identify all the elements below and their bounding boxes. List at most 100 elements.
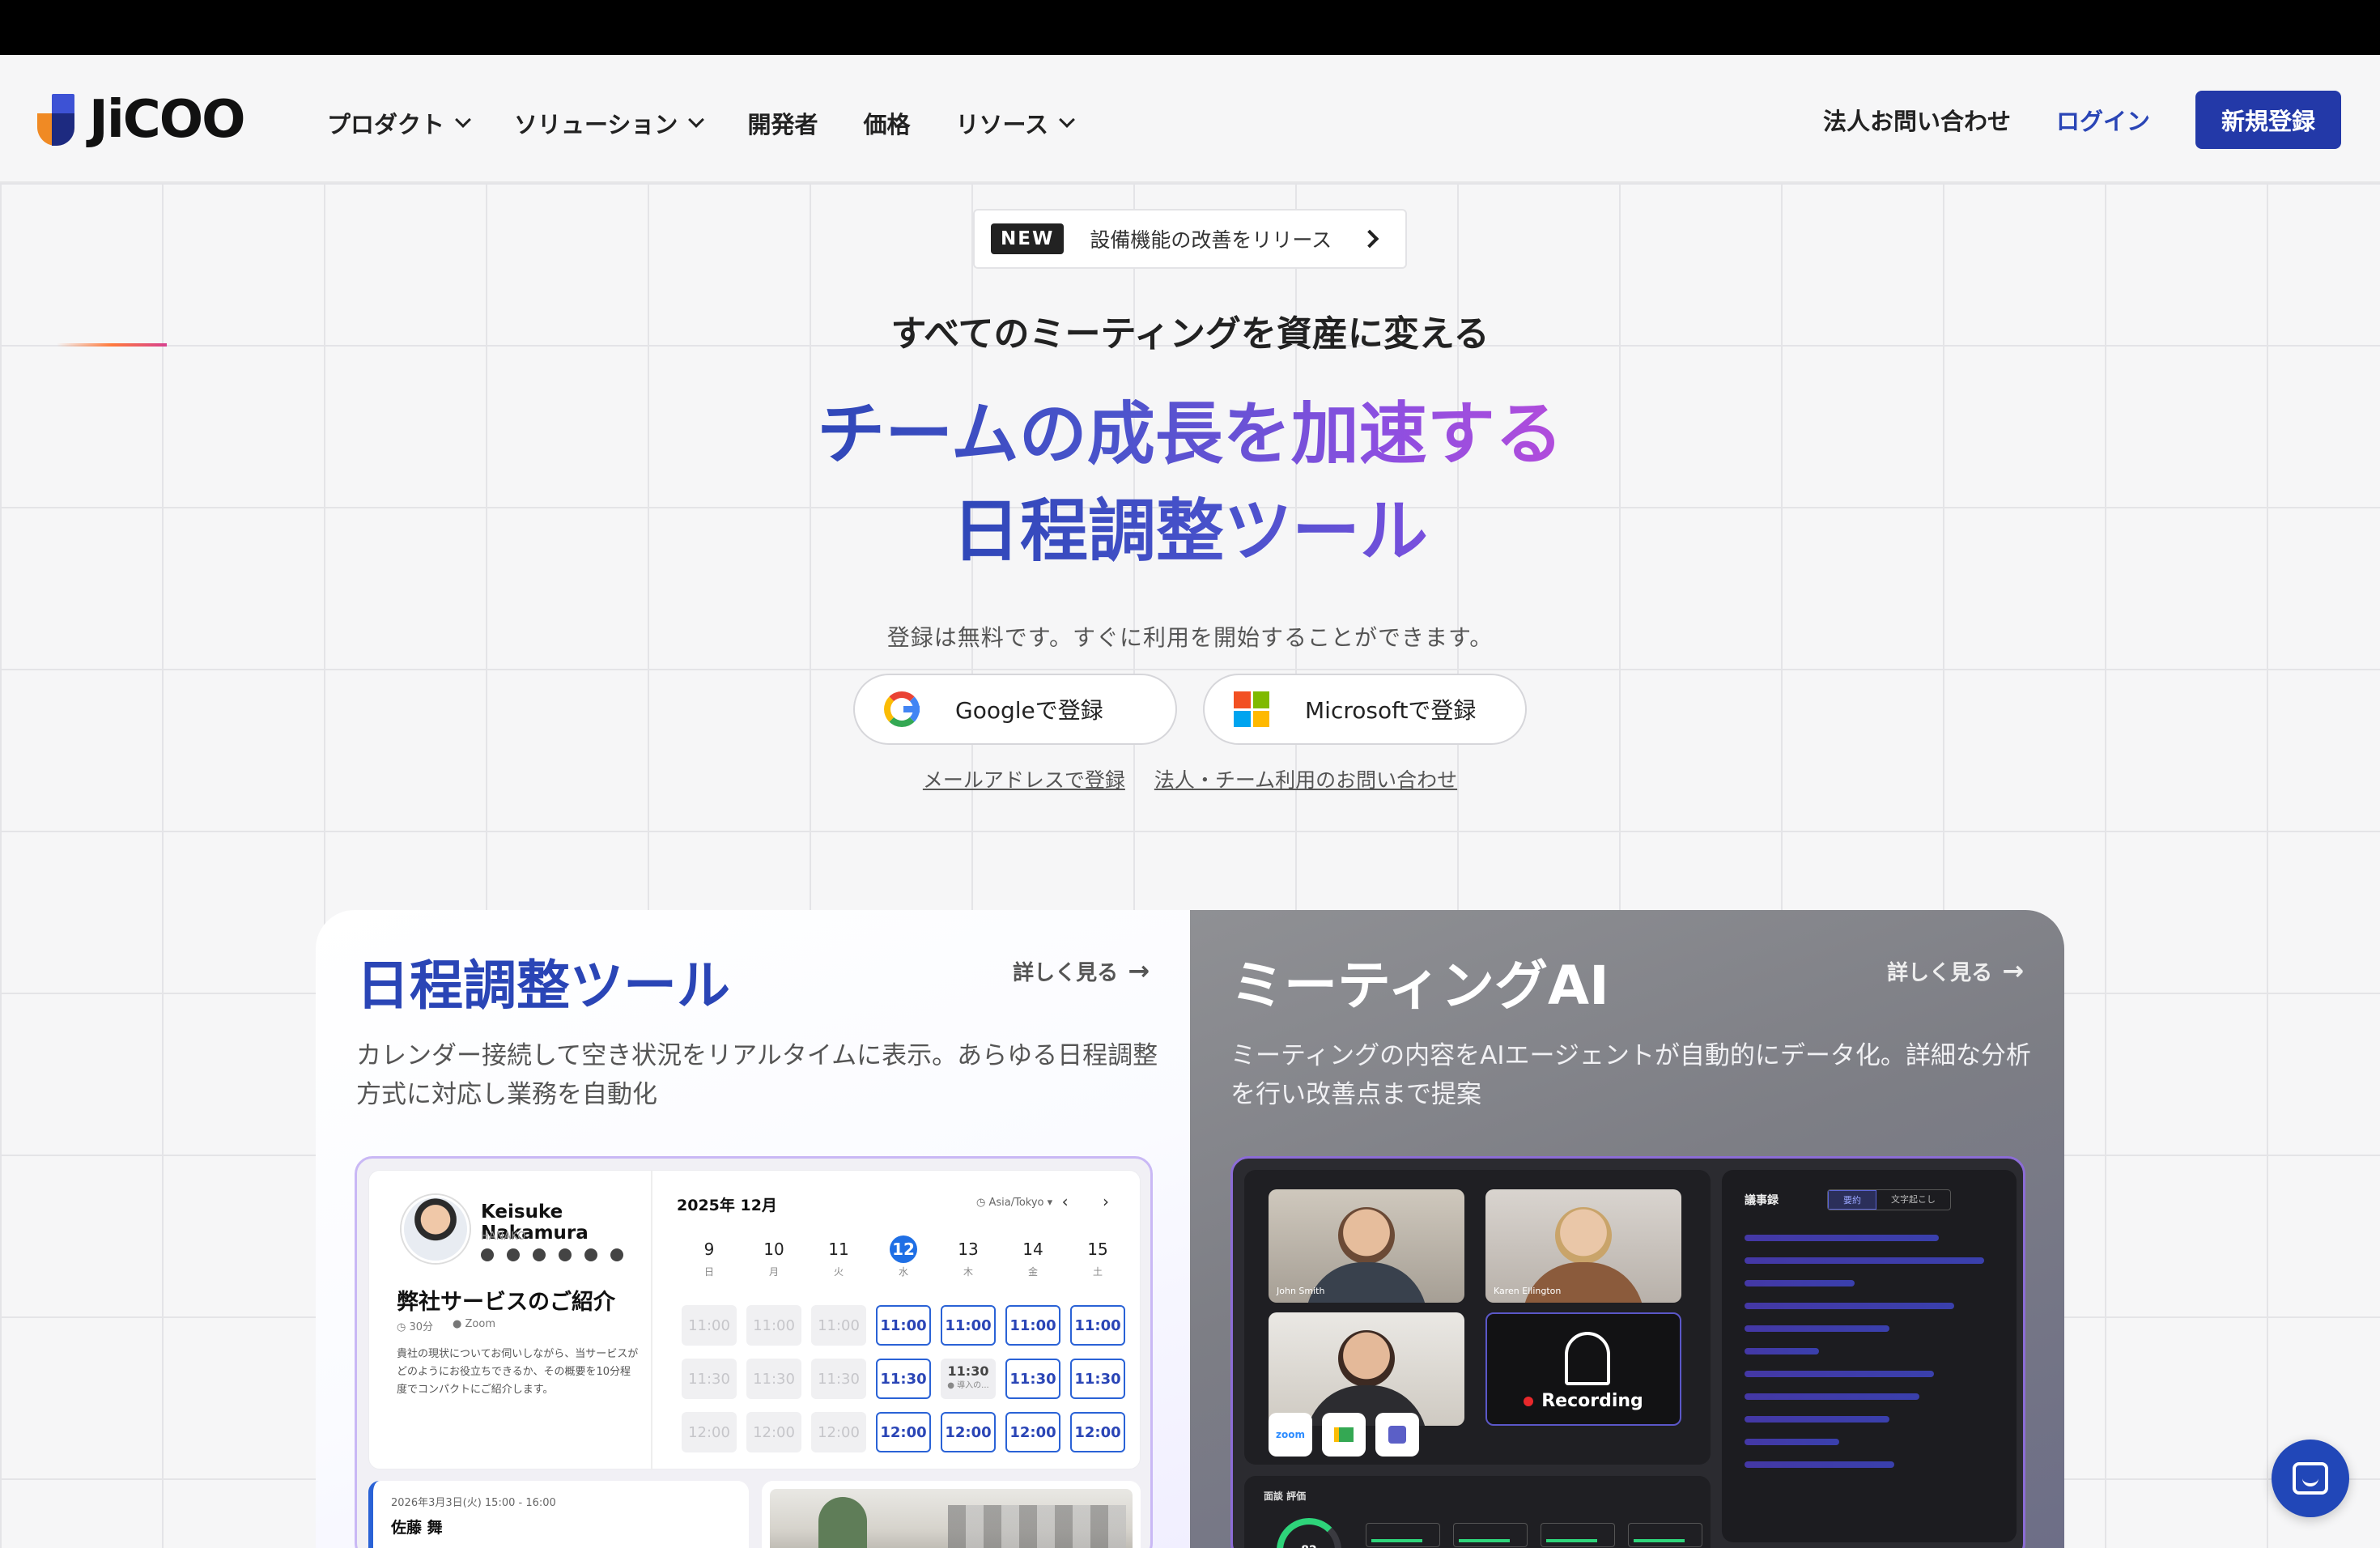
main-nav: プロダクト ソリューション 開発者 価格 リソース bbox=[327, 100, 1075, 146]
youtube-icon bbox=[559, 1248, 572, 1261]
time-slot[interactable]: 11:00 bbox=[876, 1305, 931, 1346]
chat-support-button[interactable] bbox=[2272, 1440, 2349, 1517]
nav-item-developers[interactable]: 開発者 bbox=[747, 106, 818, 140]
calendar-day[interactable]: 9日 bbox=[677, 1235, 742, 1278]
nav-item-pricing[interactable]: 価格 bbox=[863, 106, 910, 140]
chevron-down-icon bbox=[455, 112, 471, 128]
meeting-stats: 面談 評価 82 bbox=[1244, 1476, 1711, 1548]
time-slot: 12:00 bbox=[811, 1412, 866, 1452]
tab-transcript[interactable]: 文字起こし bbox=[1876, 1190, 1950, 1210]
minutes-panel: 議事録 要約 文字起こし bbox=[1722, 1170, 2017, 1542]
chevron-down-icon bbox=[1059, 112, 1075, 128]
new-badge: NEW bbox=[991, 223, 1065, 254]
hero-title: チームの成長を加速する 日程調整ツール bbox=[0, 385, 2380, 580]
microsoft-signup-button[interactable]: Microsoftで登録 bbox=[1203, 674, 1527, 745]
zoom-icon: ● Zoom bbox=[453, 1318, 495, 1330]
time-slot[interactable]: 11:30 bbox=[876, 1359, 931, 1399]
calendar-day[interactable]: 15 土 bbox=[1065, 1235, 1130, 1278]
google-meet-icon bbox=[1322, 1413, 1366, 1457]
site-header: JiCOO プロダクト ソリューション 開発者 価格 リソース 法人お問い合わせ… bbox=[0, 55, 2380, 183]
time-slot[interactable]: 11:30 bbox=[1005, 1359, 1060, 1399]
calendar-day[interactable]: 12 水 bbox=[871, 1235, 936, 1278]
time-slots: 11:00 11:00 11:00 11:00 11:00 11:00 11:00 11:30… bbox=[677, 1305, 1130, 1452]
booking-card: 2026年3月3日(火) 15:00 - 16:00 佐藤 舞 bbox=[368, 1481, 749, 1548]
service-title: 弊社サービスのご紹介 bbox=[397, 1290, 615, 1315]
score-gauge: 82 bbox=[1277, 1518, 1341, 1548]
time-slot[interactable]: 11:30 bbox=[1070, 1359, 1125, 1399]
meeting-ai-more-link[interactable]: 詳しく見る → bbox=[1887, 955, 2024, 986]
signup-button[interactable]: 新規登録 bbox=[2195, 91, 2341, 149]
chat-icon bbox=[610, 1248, 623, 1261]
announcement-banner[interactable]: NEW 設備機能の改善をリリース bbox=[973, 209, 1407, 269]
time-slot[interactable]: 11:00 bbox=[1005, 1305, 1060, 1346]
globe-icon bbox=[584, 1248, 597, 1261]
hero-subtitle: すべてのミーティングを資産に変える bbox=[890, 313, 1490, 355]
scheduling-panel: 日程調整ツール 詳しく見る → カレンダー接続して空き状況をリアルタイムに表示。あ… bbox=[316, 910, 1190, 1548]
calendar-days: 9 日 10 月 11 火 12 水 13 木 14 金 15 土 bbox=[677, 1235, 1130, 1278]
record-dot-icon bbox=[1524, 1397, 1534, 1406]
zoom-icon: zoom bbox=[1269, 1413, 1312, 1457]
jicoo-logo-icon bbox=[37, 94, 83, 146]
minutes-title: 議事録 bbox=[1745, 1194, 1779, 1207]
alt-signup-links: メールアドレスで登録 法人・チーム利用のお問い合わせ bbox=[0, 764, 2380, 793]
video-tile bbox=[1269, 1312, 1464, 1426]
calendar-day[interactable]: 14 金 bbox=[1001, 1235, 1065, 1278]
minutes-tabs: 要約 文字起こし bbox=[1827, 1189, 1951, 1210]
nav-item-resources[interactable]: リソース bbox=[955, 106, 1075, 140]
office-photo bbox=[770, 1489, 1133, 1548]
corporate-contact-link[interactable]: 法人お問い合わせ bbox=[1823, 103, 2011, 137]
hero-note: 登録は無料です。すぐに利用を開始することができます。 bbox=[886, 624, 1494, 651]
minutes-text-lines bbox=[1745, 1235, 1994, 1468]
video-tile: John Smith bbox=[1269, 1189, 1464, 1303]
arrow-right-icon: → bbox=[1128, 955, 1150, 986]
time-slot[interactable]: 12:00 bbox=[876, 1412, 931, 1452]
meeting-ai-mockup: John Smith Karen Ellington Recording zoo… bbox=[1230, 1156, 2025, 1548]
time-slot: 12:00 bbox=[746, 1412, 801, 1452]
google-signup-button[interactable]: Googleで登録 bbox=[853, 674, 1177, 745]
time-slot: 11:30 bbox=[811, 1359, 866, 1399]
time-slot: 11:00 bbox=[682, 1305, 737, 1346]
time-slot: 11:30 bbox=[682, 1359, 737, 1399]
recording-tile: Recording bbox=[1485, 1312, 1681, 1426]
host-profile: Keisuke Nakamura HANAKO 弊社サービスのご紹介 ◷ 30分… bbox=[369, 1171, 652, 1470]
calendar-day[interactable]: 11 火 bbox=[806, 1235, 871, 1278]
time-slot[interactable]: 11:00 bbox=[1070, 1305, 1125, 1346]
scheduler-mockup: Keisuke Nakamura HANAKO 弊社サービスのご紹介 ◷ 30分… bbox=[355, 1156, 1153, 1548]
meeting-apps: zoom bbox=[1269, 1413, 1419, 1457]
timezone-select[interactable]: ◷ Asia/Tokyo ▾ bbox=[976, 1197, 1052, 1209]
hero-title-line1: チームの成長を加速する bbox=[817, 394, 1563, 474]
time-slot: 11:30 bbox=[746, 1359, 801, 1399]
time-slot[interactable]: 12:00 bbox=[1005, 1412, 1060, 1452]
service-meta: ◷ 30分 ● Zoom bbox=[397, 1318, 495, 1333]
x-icon bbox=[481, 1248, 494, 1261]
avatar bbox=[402, 1195, 470, 1263]
social-icons bbox=[481, 1248, 623, 1261]
jicoo-logo[interactable]: JiCOO bbox=[37, 90, 246, 150]
calendar-day[interactable]: 13 木 bbox=[936, 1235, 1001, 1278]
feature-panels: 日程調整ツール 詳しく見る → カレンダー接続して空き状況をリアルタイムに表示。あ… bbox=[316, 910, 2064, 1548]
login-link[interactable]: ログイン bbox=[2056, 103, 2150, 137]
nav-item-solutions[interactable]: ソリューション bbox=[514, 106, 705, 140]
team-contact-link[interactable]: 法人・チーム利用のお問い合わせ bbox=[1154, 768, 1457, 792]
meeting-ai-panel: ミーティングAI 詳しく見る → ミーティングの内容をAIエージェントが自動的にデ… bbox=[1190, 910, 2064, 1548]
nav-item-product[interactable]: プロダクト bbox=[327, 106, 471, 140]
booking-time: 2026年3月3日(火) 15:00 - 16:00 bbox=[391, 1497, 556, 1509]
email-signup-link[interactable]: メールアドレスで登録 bbox=[923, 768, 1125, 792]
time-slot[interactable]: 12:00 bbox=[941, 1412, 996, 1452]
time-slot[interactable]: 12:00 bbox=[1070, 1412, 1125, 1452]
calendar-day[interactable]: 10 月 bbox=[742, 1235, 806, 1278]
booking-page-card: Keisuke Nakamura HANAKO 弊社サービスのご紹介 ◷ 30分… bbox=[368, 1170, 1141, 1470]
logo-wordmark: JiCOO bbox=[89, 90, 246, 150]
time-slot: 11:00 bbox=[746, 1305, 801, 1346]
time-slot[interactable]: 11:00 bbox=[941, 1305, 996, 1346]
stat-bars bbox=[1366, 1523, 1702, 1547]
tab-summary[interactable]: 要約 bbox=[1828, 1190, 1876, 1210]
calendar-nav[interactable]: ‹ › bbox=[1062, 1192, 1124, 1211]
office-photo-card bbox=[762, 1481, 1141, 1548]
scheduling-more-link[interactable]: 詳しく見る → bbox=[1013, 955, 1150, 986]
video-tile: Karen Ellington bbox=[1485, 1189, 1681, 1303]
hero-title-line2: 日程調整ツール bbox=[951, 491, 1428, 571]
announcement-text: 設備機能の改善をリリース bbox=[1090, 228, 1332, 252]
teams-icon bbox=[1375, 1413, 1419, 1457]
scheduling-description: カレンダー接続して空き状況をリアルタイムに表示。あらゆる日程調整方式に対応し業務… bbox=[356, 1041, 1158, 1109]
